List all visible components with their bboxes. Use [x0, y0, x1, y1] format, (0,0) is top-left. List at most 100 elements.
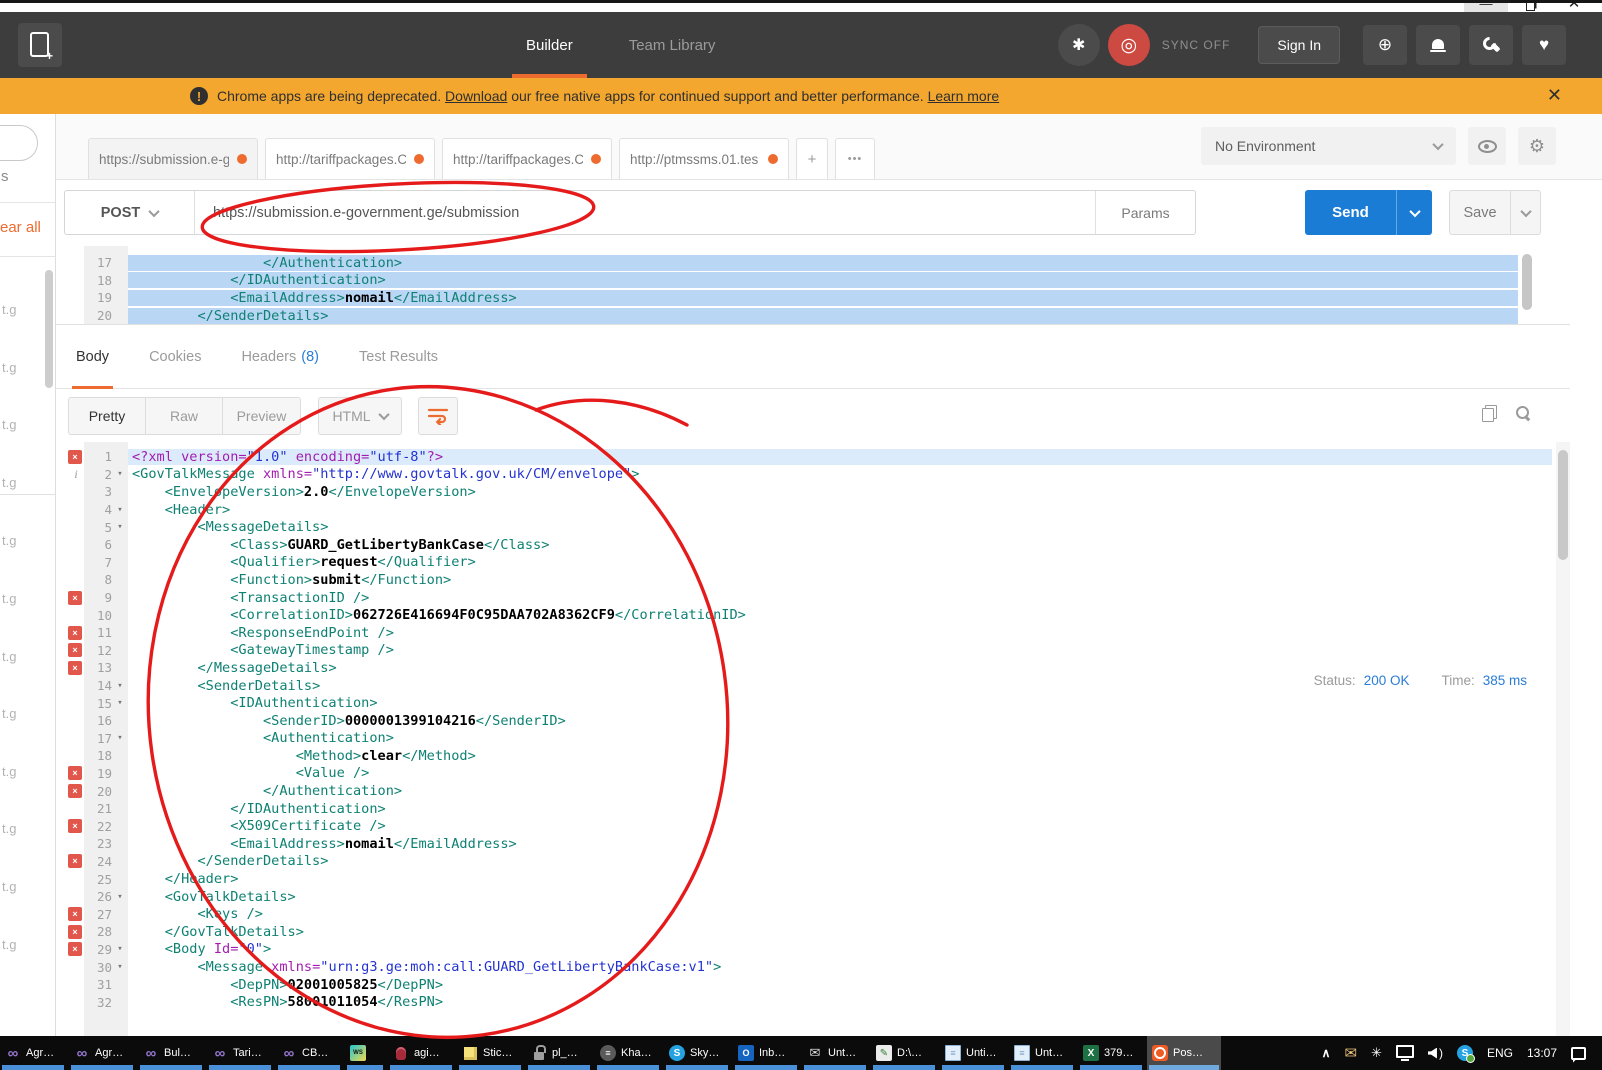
bell-icon[interactable]: [1416, 25, 1460, 65]
taskbar-item[interactable]: pl_…: [526, 1036, 592, 1070]
history-item[interactable]: t.g: [0, 379, 55, 437]
taskbar-item[interactable]: Kha…: [595, 1036, 661, 1070]
clock[interactable]: 13:07: [1527, 1046, 1557, 1060]
language-indicator[interactable]: ENG: [1487, 1046, 1513, 1060]
taskbar-item[interactable]: Tari…: [207, 1036, 273, 1070]
learn-more-link[interactable]: Learn more: [928, 88, 1000, 104]
globe-icon[interactable]: ⊕: [1363, 25, 1407, 65]
taskbar-item[interactable]: Agr…: [0, 1036, 66, 1070]
window-restore-button[interactable]: [1508, 0, 1552, 12]
volume-icon[interactable]: [1428, 1046, 1443, 1060]
environment-select[interactable]: No Environment: [1201, 127, 1456, 165]
taskbar-item[interactable]: Sky…: [664, 1036, 730, 1070]
taskbar-item[interactable]: CB…: [276, 1036, 342, 1070]
save-options-button[interactable]: [1510, 191, 1540, 234]
sidebar-search-input[interactable]: [0, 125, 38, 161]
tab-builder[interactable]: Builder: [512, 12, 587, 78]
wrench-icon[interactable]: [1469, 25, 1513, 65]
history-item[interactable]: t.g: [0, 553, 55, 611]
slack-icon[interactable]: ✳: [1371, 1045, 1382, 1061]
taskbar-item[interactable]: Unt…: [1009, 1036, 1075, 1070]
fold-arrow-icon[interactable]: ▾: [112, 681, 128, 691]
fold-arrow-icon[interactable]: ▾: [112, 892, 128, 902]
request-tab[interactable]: http://ptmssms.01.tes: [619, 138, 789, 179]
send-button[interactable]: Send: [1305, 190, 1432, 235]
history-item[interactable]: t.g: [0, 495, 55, 553]
history-item[interactable]: t.g: [0, 668, 55, 726]
request-tab[interactable]: https://submission.e-g: [88, 138, 258, 179]
interceptor-icon[interactable]: ✱: [1058, 24, 1100, 66]
mail-icon[interactable]: ✉: [1344, 1044, 1357, 1062]
code-line: 26▾ <GovTalkDetails>: [56, 888, 1556, 906]
heart-icon[interactable]: ♥: [1522, 25, 1566, 65]
method-select[interactable]: POST: [65, 191, 195, 234]
response-scrollbar[interactable]: [1556, 442, 1570, 1036]
taskbar-item[interactable]: D:\…: [871, 1036, 937, 1070]
tab-team-library[interactable]: Team Library: [615, 12, 730, 78]
window-close-button[interactable]: ✕: [1552, 0, 1596, 12]
history-item[interactable]: t.g: [0, 783, 55, 841]
history-item[interactable]: t.g: [0, 437, 55, 495]
fold-arrow-icon[interactable]: ▾: [112, 733, 128, 743]
download-link[interactable]: Download: [445, 88, 507, 104]
taskbar-item[interactable]: Agr…: [69, 1036, 135, 1070]
sync-icon[interactable]: ◎: [1108, 24, 1150, 66]
format-select[interactable]: HTML: [318, 397, 402, 435]
monitor-icon[interactable]: [1396, 1045, 1414, 1061]
fold-arrow-icon[interactable]: ▾: [112, 522, 128, 532]
response-tab-body[interactable]: Body: [76, 325, 109, 388]
postman-icon: [1152, 1045, 1168, 1061]
taskbar-item[interactable]: Pos…: [1147, 1036, 1221, 1070]
taskbar-item[interactable]: 379…: [1078, 1036, 1144, 1070]
banner-close-icon[interactable]: ✕: [1547, 85, 1562, 106]
settings-button[interactable]: ⚙: [1518, 127, 1556, 165]
taskbar-item[interactable]: Unt…: [802, 1036, 868, 1070]
more-tabs-button[interactable]: •••: [835, 138, 875, 179]
view-tab-preview[interactable]: Preview: [223, 398, 300, 434]
window-minimize-button[interactable]: —: [1464, 0, 1508, 12]
environment-quicklook-button[interactable]: [1468, 127, 1506, 165]
request-tab[interactable]: http://tariffpackages.C: [265, 138, 435, 179]
view-tab-raw[interactable]: Raw: [146, 398, 223, 434]
taskbar-item[interactable]: [345, 1036, 385, 1070]
action-center-icon[interactable]: [1571, 1047, 1586, 1060]
add-tab-button[interactable]: +: [796, 138, 828, 179]
url-input[interactable]: https://submission.e-government.ge/submi…: [195, 191, 1095, 234]
taskbar-item[interactable]: Unti…: [940, 1036, 1006, 1070]
wrap-text-button[interactable]: [418, 397, 458, 435]
history-item[interactable]: t.g: [0, 611, 55, 669]
skype-tray-icon[interactable]: S: [1457, 1045, 1473, 1061]
response-tab-headers[interactable]: Headers(8): [241, 325, 319, 388]
editor-scrollbar[interactable]: [1522, 254, 1532, 310]
taskbar-item[interactable]: Inb…: [733, 1036, 799, 1070]
history-item[interactable]: t.g: [0, 899, 55, 957]
save-button[interactable]: Save: [1449, 190, 1541, 235]
taskbar-item[interactable]: Bul…: [138, 1036, 204, 1070]
response-body-viewer[interactable]: ×1<?xml version="1.0" encoding="utf-8"?>…: [56, 442, 1556, 1036]
clear-all-link[interactable]: ear all: [0, 219, 41, 236]
view-tab-pretty[interactable]: Pretty: [69, 398, 146, 434]
fold-arrow-icon[interactable]: ▾: [112, 469, 128, 479]
response-tab-test-results[interactable]: Test Results: [359, 325, 438, 388]
params-button[interactable]: Params: [1095, 191, 1195, 234]
history-item[interactable]: t.g: [0, 841, 55, 899]
request-tab[interactable]: http://tariffpackages.C: [442, 138, 612, 179]
chevron-up-icon[interactable]: ∧: [1322, 1046, 1331, 1060]
fold-arrow-icon[interactable]: ▾: [112, 505, 128, 515]
search-icon[interactable]: [1515, 405, 1532, 422]
taskbar-item[interactable]: Stic…: [457, 1036, 523, 1070]
copy-icon[interactable]: [1482, 405, 1497, 422]
new-tab-icon[interactable]: [18, 23, 62, 67]
request-body-editor[interactable]: 17 </Authentication>18 </IDAuthenticatio…: [56, 246, 1602, 324]
code-line: 7 <Qualifier>request</Qualifier>: [56, 554, 1556, 572]
response-tab-cookies[interactable]: Cookies: [149, 325, 201, 388]
sidebar-scrollbar[interactable]: [45, 270, 53, 388]
fold-arrow-icon[interactable]: ▾: [112, 944, 128, 954]
taskbar-item[interactable]: agi…: [388, 1036, 454, 1070]
send-options-button[interactable]: [1396, 190, 1432, 235]
code-line: ×19 <Value />: [56, 765, 1556, 783]
sign-in-button[interactable]: Sign In: [1258, 26, 1340, 64]
fold-arrow-icon[interactable]: ▾: [112, 962, 128, 972]
history-item[interactable]: t.g: [0, 726, 55, 784]
fold-arrow-icon[interactable]: ▾: [112, 698, 128, 708]
